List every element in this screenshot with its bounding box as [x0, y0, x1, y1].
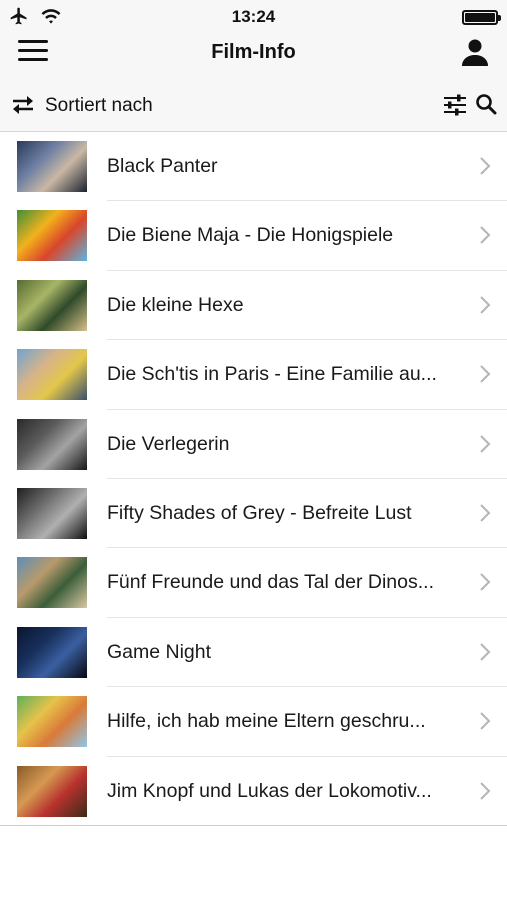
chevron-right-icon — [480, 504, 491, 522]
movie-poster-thumbnail — [17, 557, 87, 609]
movie-title: Hilfe, ich hab meine Eltern geschru... — [107, 710, 426, 733]
chevron-right-icon — [480, 643, 491, 661]
movie-poster-thumbnail — [17, 765, 87, 817]
movie-title: Fünf Freunde und das Tal der Dinos... — [107, 571, 434, 594]
battery-icon — [462, 10, 501, 25]
status-time: 13:24 — [231, 7, 276, 26]
list-item[interactable]: Die kleine Hexe — [0, 271, 507, 341]
movie-title: Black Panter — [107, 155, 218, 177]
sort-bar: Sortiert nach — [0, 80, 507, 132]
movie-poster-thumbnail — [17, 349, 87, 401]
chevron-right-icon — [480, 226, 491, 245]
page-title: Film-Info — [211, 41, 296, 63]
movie-poster-thumbnail — [17, 141, 87, 192]
movie-title: Game Night — [107, 640, 212, 663]
movie-list: Black Panter Die Biene Maja - Die Honigsp… — [0, 132, 507, 826]
row-divider — [0, 824, 507, 826]
movie-title: Fifty Shades of Grey - Befreite Lust — [107, 501, 412, 524]
movie-title: Die Biene Maja - Die Honigspiele — [107, 224, 394, 247]
movie-poster-thumbnail — [17, 279, 87, 331]
movie-poster-thumbnail — [17, 626, 87, 678]
movie-poster-thumbnail — [17, 210, 87, 262]
list-item[interactable]: Die Verlegerin — [0, 410, 507, 479]
list-item[interactable]: Die Biene Maja - Die Honigspiele — [0, 201, 507, 271]
chevron-right-icon — [480, 781, 491, 800]
movie-title: Die Verlegerin — [107, 432, 230, 455]
movie-poster-thumbnail — [17, 487, 87, 539]
nav-bar: Film-Info — [0, 34, 507, 80]
chevron-right-icon — [480, 157, 491, 175]
user-icon[interactable] — [459, 36, 491, 68]
list-item[interactable]: Die Sch'tis in Paris - Eine Familie au..… — [0, 340, 507, 410]
sort-label[interactable]: Sortiert nach — [45, 95, 153, 117]
list-item[interactable]: Fifty Shades of Grey - Befreite Lust — [0, 479, 507, 549]
movie-title: Jim Knopf und Lukas der Lokomotiv... — [107, 779, 432, 802]
list-item[interactable]: Black Panter — [0, 132, 507, 202]
list-item[interactable]: Fünf Freunde und das Tal der Dinos... — [0, 548, 507, 618]
list-item[interactable]: Jim Knopf und Lukas der Lokomotiv... — [0, 757, 507, 826]
movie-poster-thumbnail — [17, 696, 87, 748]
chevron-right-icon — [480, 434, 491, 453]
movie-poster-thumbnail — [17, 418, 87, 470]
sort-swap-icon[interactable] — [10, 94, 36, 116]
search-icon[interactable] — [475, 93, 497, 115]
list-item[interactable]: Game Night — [0, 618, 507, 688]
chevron-right-icon — [480, 365, 491, 383]
movie-title: Die kleine Hexe — [107, 293, 244, 316]
chevron-right-icon — [480, 712, 491, 730]
list-item[interactable]: Hilfe, ich hab meine Eltern geschru... — [0, 687, 507, 757]
chevron-right-icon — [480, 296, 491, 314]
chevron-right-icon — [480, 573, 491, 592]
movie-title: Die Sch'tis in Paris - Eine Familie au..… — [107, 363, 437, 386]
status-bar: 13:24 — [0, 0, 507, 34]
filter-sliders-icon[interactable] — [443, 93, 467, 117]
